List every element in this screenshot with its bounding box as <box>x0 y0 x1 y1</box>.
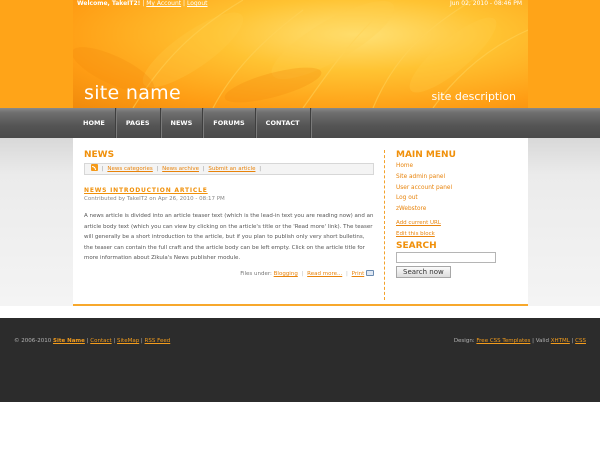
site-name: site name <box>84 82 181 104</box>
logout-link[interactable]: Logout <box>187 0 208 7</box>
menu-item-log-out[interactable]: Log out <box>396 193 521 204</box>
nav-home[interactable]: HOME <box>73 108 116 138</box>
footer-credits: Design: Free CSS Templates | Valid XHTML… <box>453 338 586 344</box>
news-categories-link[interactable]: News categories <box>107 166 152 172</box>
datetime-text: Jun 02, 2010 - 08:46 PM <box>450 0 522 7</box>
footer: © 2006-2010 Site Name | Contact | SiteMa… <box>0 318 600 402</box>
read-more-link[interactable]: Read more... <box>307 271 342 277</box>
nav-contact[interactable]: CONTACT <box>256 108 311 138</box>
article-title[interactable]: NEWS INTRODUCTION ARTICLE <box>84 187 374 194</box>
news-links-bar: | News categories | News archive | Submi… <box>84 163 374 175</box>
valid-label: Valid <box>535 338 549 344</box>
design-credit-link[interactable]: Free CSS Templates <box>476 338 530 344</box>
css-link[interactable]: CSS <box>575 338 586 344</box>
news-heading: NEWS <box>84 150 115 160</box>
footer-contact-link[interactable]: Contact <box>90 338 111 344</box>
search-heading: SEARCH <box>396 240 437 251</box>
printer-icon[interactable] <box>366 269 374 276</box>
header-banner: Welcome, TakeIT2! | My Account | Logout … <box>73 0 528 108</box>
my-account-link[interactable]: My Account <box>146 0 181 7</box>
copyright-text: © 2006-2010 <box>14 338 52 344</box>
footer-rss-link[interactable]: RSS Feed <box>145 338 171 344</box>
main-menu-heading: MAIN MENU <box>396 150 456 160</box>
news-archive-link[interactable]: News archive <box>162 166 199 172</box>
user-bar: Welcome, TakeIT2! | My Account | Logout <box>77 0 208 7</box>
search-input[interactable] <box>396 251 496 263</box>
navigation-bar: HOME PAGES NEWS FORUMS CONTACT <box>0 108 600 138</box>
footer-links: © 2006-2010 Site Name | Contact | SiteMa… <box>14 338 171 344</box>
menu-item-user-account[interactable]: User account panel <box>396 183 521 194</box>
menu-item-zwebstore[interactable]: zWebstore <box>396 204 521 215</box>
content-panel: NEWS | News categories | News archive | … <box>73 138 528 306</box>
nav-news[interactable]: NEWS <box>161 108 204 138</box>
article-footer: Files under: Blogging | Read more... | P… <box>84 269 374 277</box>
article-teaser: A news article is divided into an articl… <box>84 213 374 262</box>
add-current-url-link[interactable]: Add current URL <box>396 218 521 229</box>
article-meta: Contributed by TakeIT2 on Apr 26, 2010 -… <box>84 196 225 202</box>
column-divider <box>384 150 385 300</box>
xhtml-link[interactable]: XHTML <box>551 338 570 344</box>
main-column: NEWS | News categories | News archive | … <box>84 150 374 277</box>
nav-forums[interactable]: FORUMS <box>203 108 256 138</box>
design-prefix: Design: <box>453 338 475 344</box>
footer-sitemap-link[interactable]: SiteMap <box>117 338 139 344</box>
search-button[interactable]: Search now <box>396 265 451 278</box>
welcome-text: Welcome, TakeIT2! <box>77 0 141 7</box>
nav-pages[interactable]: PAGES <box>116 108 161 138</box>
site-description: site description <box>431 90 516 103</box>
footer-site-name-link[interactable]: Site Name <box>53 338 85 344</box>
filed-under-label: Files under: <box>240 270 272 277</box>
menu-item-site-admin[interactable]: Site admin panel <box>396 172 521 183</box>
edit-block-link[interactable]: Edit this block <box>396 229 521 240</box>
print-link[interactable]: Print <box>352 271 365 277</box>
sidebar: MAIN MENU Home Site admin panel User acc… <box>396 150 521 278</box>
menu-item-home[interactable]: Home <box>396 161 521 172</box>
rss-icon[interactable] <box>91 164 98 171</box>
category-link[interactable]: Blogging <box>274 271 298 277</box>
submit-article-link[interactable]: Submit an article <box>208 166 255 172</box>
